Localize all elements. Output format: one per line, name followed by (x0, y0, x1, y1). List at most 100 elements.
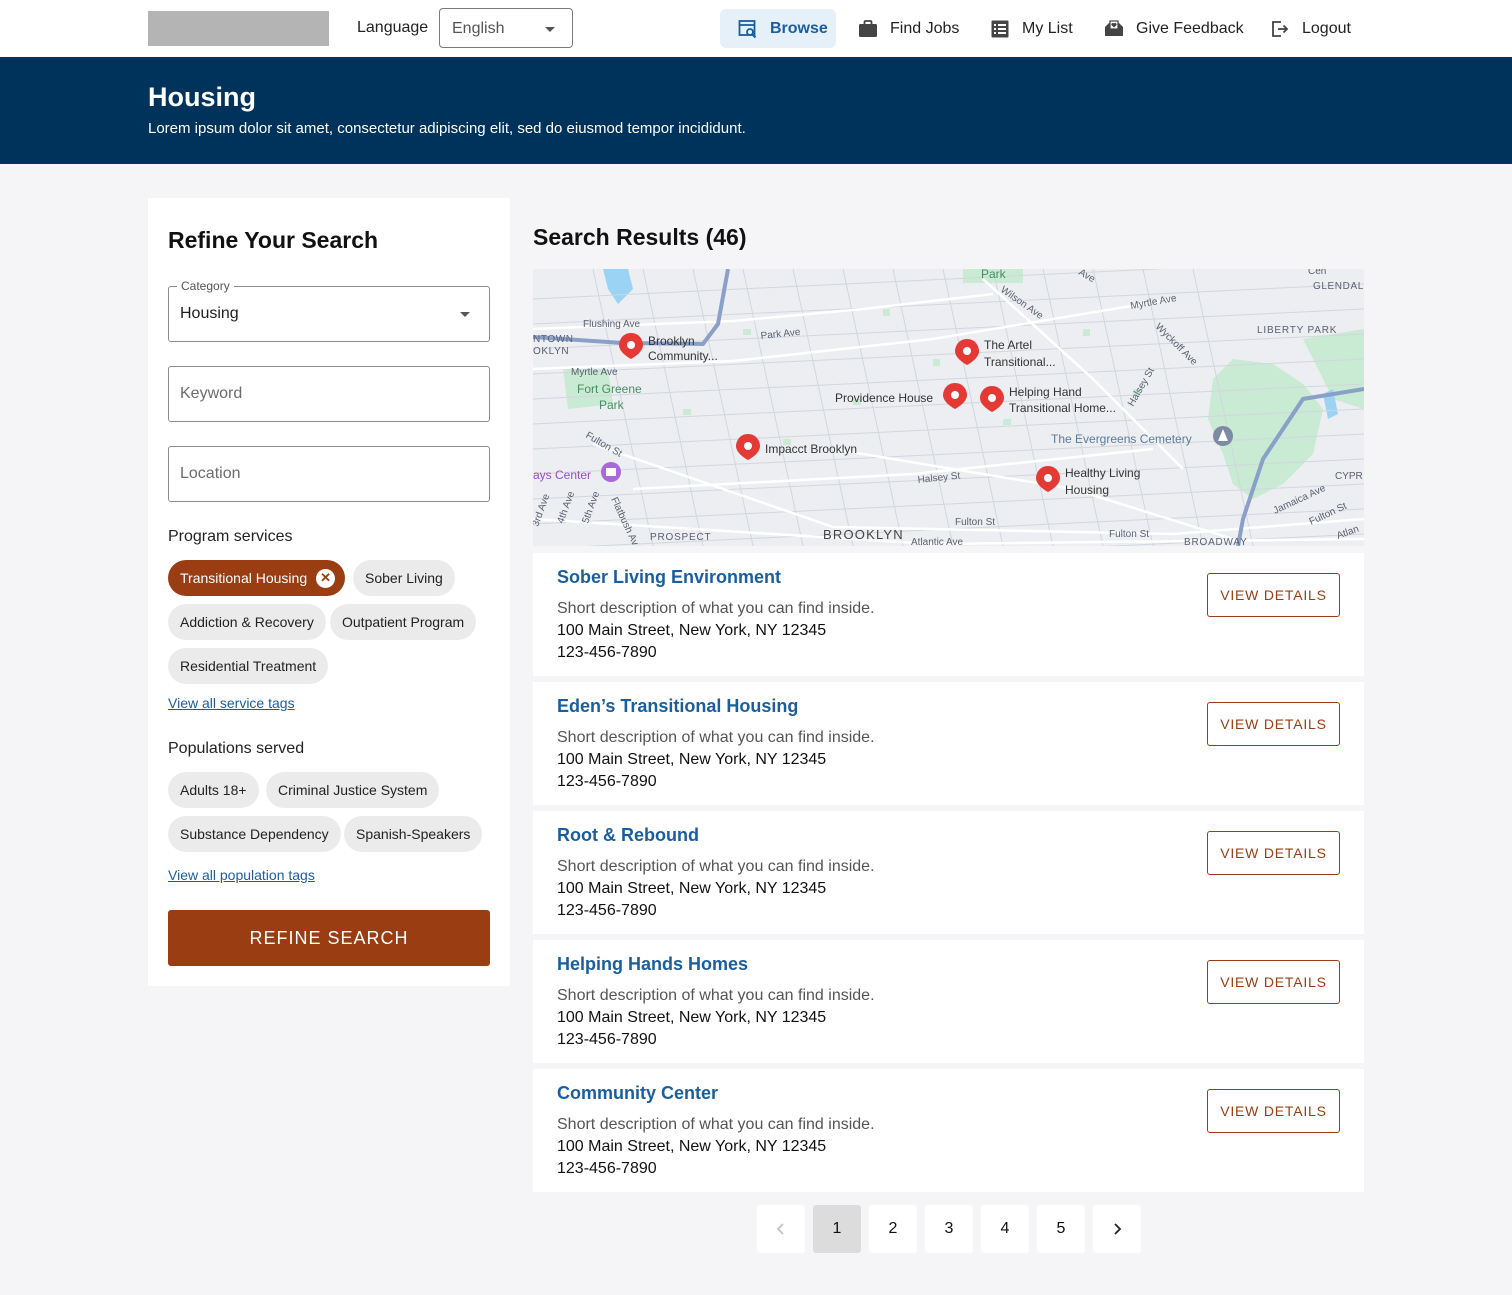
page-subtitle: Lorem ipsum dolor sit amet, consectetur … (148, 120, 746, 137)
street-label-fulton-right: Fulton St (1109, 529, 1149, 540)
result-address: 100 Main Street, New York, NY 12345 (557, 751, 827, 768)
category-label: Category (177, 279, 234, 293)
street-label-atlantic: Atlantic Ave (911, 537, 964, 546)
result-phone: 123-456-7890 (557, 1160, 657, 1177)
page-title: Housing (148, 82, 256, 112)
refine-search-button[interactable]: REFINE SEARCH (168, 910, 490, 966)
nav-find-jobs-label: Find Jobs (890, 19, 960, 37)
result-address: 100 Main Street, New York, NY 12345 (557, 1009, 827, 1026)
map-label-liberty-park: LIBERTY PARK (1257, 325, 1337, 336)
map-pin-label: Transitional... (984, 355, 1056, 369)
search-results-title: Search Results (46) (533, 224, 747, 250)
chip-adults-18[interactable]: Adults 18+ (168, 772, 259, 808)
result-name-link[interactable]: Sober Living Environment (557, 567, 781, 588)
result-name-link[interactable]: Community Center (557, 1083, 718, 1104)
language-select[interactable]: English (439, 8, 573, 48)
map-pin-label: Brooklyn (648, 334, 695, 348)
page-button-1[interactable]: 1 (813, 1205, 861, 1253)
result-card: Root & Rebound Short description of what… (533, 811, 1364, 934)
page-button-4[interactable]: 4 (981, 1205, 1029, 1253)
result-name-link[interactable]: Root & Rebound (557, 825, 699, 846)
pocket-park (1003, 419, 1011, 425)
page-button-3[interactable]: 3 (925, 1205, 973, 1253)
caret-down-icon (545, 27, 555, 32)
nav-give-feedback[interactable]: Give Feedback (1104, 9, 1244, 48)
map-label-cypress: CYPR (1335, 471, 1363, 482)
top-nav: Language English Browse Find Jobs My Lis… (0, 0, 1512, 57)
location-input[interactable]: Location (168, 446, 490, 502)
chip-outpatient-program[interactable]: Outpatient Program (330, 604, 477, 640)
view-all-population-tags-link[interactable]: View all population tags (168, 867, 315, 883)
view-details-button[interactable]: VIEW DETAILS (1207, 1089, 1340, 1133)
nav-browse[interactable]: Browse (720, 9, 836, 48)
chip-label: Criminal Justice System (278, 782, 428, 798)
result-address: 100 Main Street, New York, NY 12345 (557, 622, 827, 639)
map-label-barclays: ays Center (533, 468, 591, 482)
result-address: 100 Main Street, New York, NY 12345 (557, 1138, 827, 1155)
nav-my-list[interactable]: My List (990, 9, 1073, 48)
map-pin-label: Community... (648, 349, 718, 363)
result-phone: 123-456-7890 (557, 902, 657, 919)
prev-page-button[interactable] (757, 1205, 805, 1253)
result-name-link[interactable]: Helping Hands Homes (557, 954, 748, 975)
map-pin-label: The Artel (984, 338, 1032, 352)
street-label-fulton-mid: Fulton St (955, 517, 995, 528)
logout-icon (1270, 19, 1290, 39)
results-map[interactable]: Park GLENDAL Cen LIBERTY PARK Fort Green… (533, 269, 1364, 546)
list-icon (990, 19, 1010, 39)
result-phone: 123-456-7890 (557, 1031, 657, 1048)
browse-icon (738, 19, 758, 39)
nav-logout-label: Logout (1302, 19, 1351, 37)
chip-label: Residential Treatment (180, 658, 317, 674)
map-label-glendale: GLENDAL (1313, 281, 1364, 292)
result-name-link[interactable]: Eden’s Transitional Housing (557, 696, 798, 717)
cemetery-poi-icon (1213, 426, 1233, 446)
map-label-downtown2: OKLYN (533, 346, 569, 357)
map-label-fort-greene-park: Park (599, 398, 625, 412)
logo[interactable] (148, 11, 329, 46)
result-description: Short description of what you can find i… (557, 729, 875, 746)
street-label-flushing: Flushing Ave (583, 319, 641, 330)
map-label-evergreens: The Evergreens Cemetery (1051, 432, 1192, 446)
map-pin-label: Healthy Living (1065, 466, 1140, 480)
remove-chip-icon[interactable]: ✕ (316, 568, 336, 588)
category-value: Housing (180, 305, 239, 322)
pocket-park (933, 359, 940, 366)
chip-label: Spanish-Speakers (356, 826, 471, 842)
view-details-button[interactable]: VIEW DETAILS (1207, 960, 1340, 1004)
map-label-downtown: NTOWN (533, 334, 574, 345)
feedback-icon (1104, 19, 1124, 39)
chip-sober-living[interactable]: Sober Living (353, 560, 455, 596)
keyword-input[interactable]: Keyword (168, 366, 490, 422)
chip-label: Adults 18+ (180, 782, 247, 798)
pocket-park (683, 409, 691, 415)
street-label-myrtle-left: Myrtle Ave (571, 367, 618, 378)
category-select[interactable]: Category Housing (168, 279, 490, 342)
program-services-label: Program services (168, 528, 293, 545)
nav-find-jobs[interactable]: Find Jobs (858, 9, 959, 48)
view-details-button[interactable]: VIEW DETAILS (1207, 831, 1340, 875)
chip-transitional-housing[interactable]: Transitional Housing ✕ (168, 560, 346, 596)
map-label-fort-greene: Fort Greene (577, 382, 642, 396)
map-label-broadway: BROADWAY (1184, 537, 1248, 546)
chip-addiction-recovery[interactable]: Addiction & Recovery (168, 604, 326, 640)
view-all-service-tags-link[interactable]: View all service tags (168, 695, 295, 711)
chip-label: Substance Dependency (180, 826, 329, 842)
view-details-button[interactable]: VIEW DETAILS (1207, 573, 1340, 617)
result-card: Helping Hands Homes Short description of… (533, 940, 1364, 1063)
result-card: Community Center Short description of wh… (533, 1069, 1364, 1192)
chevron-left-icon (776, 1223, 784, 1235)
nav-browse-label: Browse (770, 19, 828, 37)
view-details-button[interactable]: VIEW DETAILS (1207, 702, 1340, 746)
chip-substance-dependency[interactable]: Substance Dependency (168, 816, 341, 852)
populations-served-label: Populations served (168, 740, 305, 757)
chip-spanish-speakers[interactable]: Spanish-Speakers (344, 816, 483, 852)
chip-residential-treatment[interactable]: Residential Treatment (168, 648, 329, 684)
page-button-2[interactable]: 2 (869, 1205, 917, 1253)
location-placeholder: Location (180, 465, 241, 482)
nav-logout[interactable]: Logout (1270, 9, 1351, 48)
next-page-button[interactable] (1093, 1205, 1141, 1253)
page-button-5[interactable]: 5 (1037, 1205, 1085, 1253)
result-description: Short description of what you can find i… (557, 987, 875, 1004)
chip-criminal-justice[interactable]: Criminal Justice System (266, 772, 440, 808)
